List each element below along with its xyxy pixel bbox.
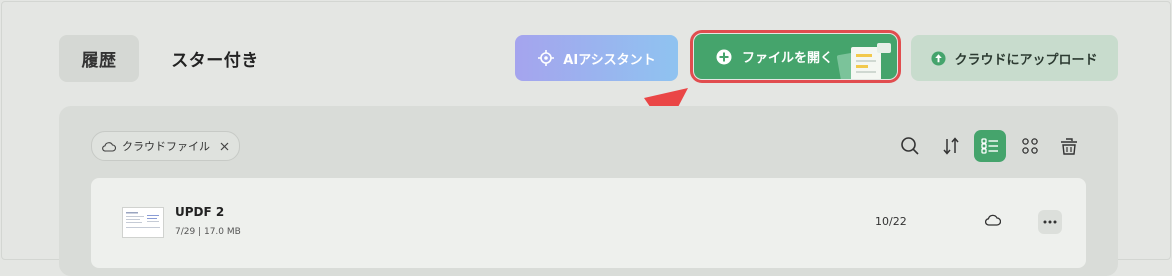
trash-icon[interactable] <box>1056 133 1082 159</box>
tab-starred[interactable]: スター付き <box>160 35 270 82</box>
upload-to-cloud-button[interactable]: クラウドにアップロード <box>911 35 1118 81</box>
file-page-progress: 10/22 <box>875 215 907 228</box>
tab-history[interactable]: 履歴 <box>59 35 139 82</box>
more-options-button[interactable] <box>1038 210 1062 234</box>
cloud-icon <box>102 141 116 152</box>
close-icon[interactable] <box>220 142 229 151</box>
ai-assistant-button[interactable]: AIアシスタント <box>515 35 678 81</box>
file-list-item[interactable] <box>91 178 1086 268</box>
upload-arrow-icon <box>931 50 947 66</box>
more-dots-icon <box>1043 220 1057 224</box>
ai-assistant-icon <box>537 49 555 67</box>
plus-circle-icon <box>716 49 732 65</box>
open-file-label: ファイルを開く <box>742 51 834 66</box>
filter-chip-label: クラウドファイル <box>122 140 210 153</box>
ai-assistant-label: AIアシスタント <box>563 52 656 68</box>
documents-illustration-icon <box>837 43 891 79</box>
sort-icon[interactable] <box>938 133 964 159</box>
grid-view-icon[interactable] <box>1017 133 1043 159</box>
file-thumbnail[interactable] <box>122 207 164 238</box>
open-file-button[interactable]: ファイルを開く <box>690 30 901 83</box>
search-icon[interactable] <box>897 133 923 159</box>
filter-chip-cloud-files[interactable]: クラウドファイル <box>91 131 240 161</box>
cloud-icon <box>985 213 1001 226</box>
upload-to-cloud-label: クラウドにアップロード <box>954 52 1098 68</box>
file-meta: 7/29 | 17.0 MB <box>175 227 241 237</box>
file-name: UPDF 2 <box>175 205 225 219</box>
list-view-icon[interactable] <box>974 130 1006 162</box>
